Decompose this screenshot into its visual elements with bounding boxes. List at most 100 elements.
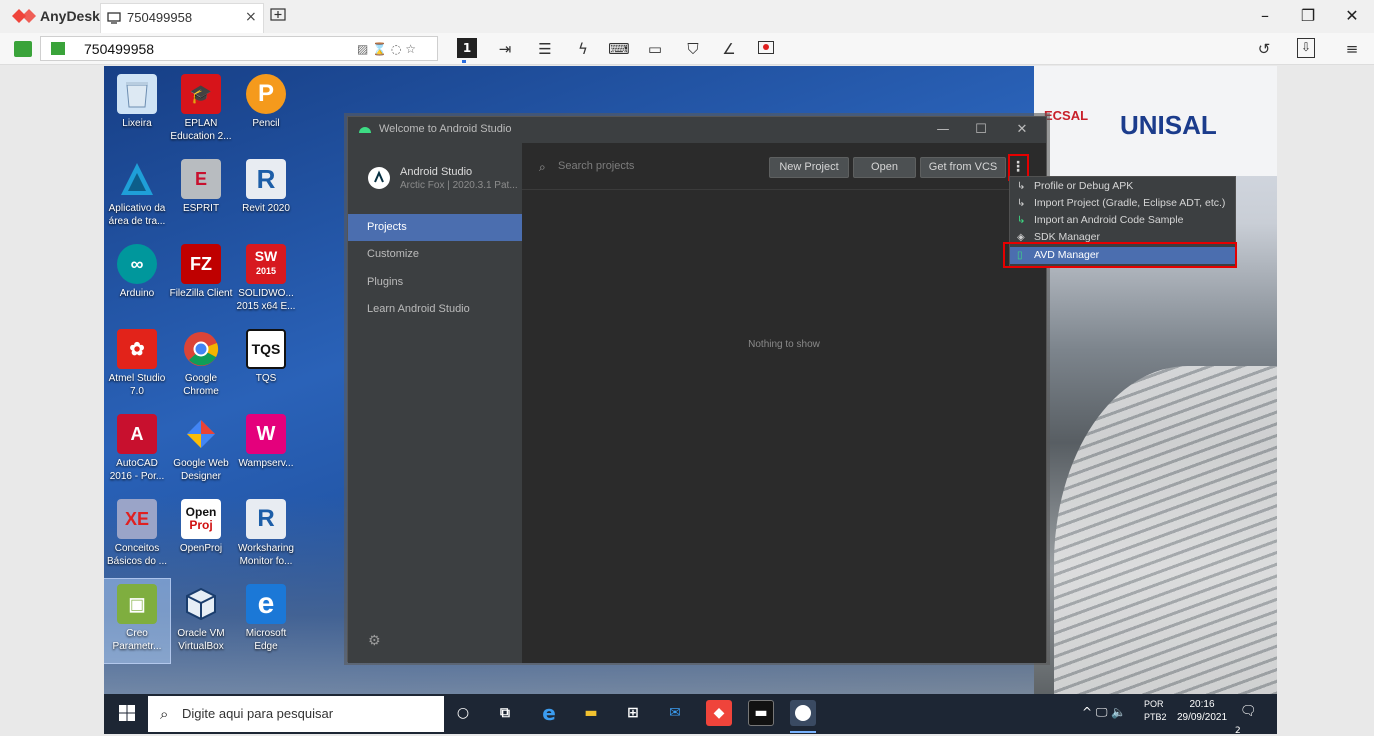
task-view-icon[interactable]: ⧉	[492, 700, 518, 726]
search-icon: ⌕	[539, 160, 546, 174]
window-close-button[interactable]: ✕	[1342, 6, 1362, 26]
as-maximize-button[interactable]: ☐	[971, 120, 991, 140]
chat-icon[interactable]: ☰	[534, 38, 556, 60]
avd-manager-icon: ▯	[1017, 250, 1023, 261]
display-icon[interactable]: ▭	[644, 38, 666, 60]
nav-customize[interactable]: Customize	[348, 241, 522, 268]
desktop-icon-lixeira[interactable]: Lixeira	[104, 69, 170, 153]
remote-desktop[interactable]: ECSAL UNISAL Lixeira Aplicativo da área …	[104, 66, 1277, 734]
taskbar-search-box[interactable]: ⌕ Digite aqui para pesquisar	[148, 696, 444, 732]
nav-plugins[interactable]: Plugins	[348, 269, 522, 296]
search-icon: ⌕	[160, 705, 169, 723]
tqs-icon: TQS	[246, 329, 286, 369]
new-project-button[interactable]: New Project	[769, 157, 849, 178]
sdk-manager-icon: ◈	[1017, 232, 1025, 243]
file-transfer-icon[interactable]: ⇥	[494, 38, 516, 60]
desktop-icon-filezilla[interactable]: FZ FileZilla Client	[168, 239, 234, 323]
tray-icons[interactable]: ^ 🖵 🔈	[1082, 705, 1126, 720]
divider	[522, 189, 1046, 190]
input-language[interactable]: POR PTB2	[1144, 698, 1167, 724]
filezilla-icon: FZ	[181, 244, 221, 284]
cortana-icon[interactable]: ○	[450, 700, 476, 726]
worksharing-icon: R	[246, 499, 286, 539]
menu-item-avd-manager[interactable]: ▯ AVD Manager	[1010, 247, 1235, 264]
desktop-icon-autodesk-app[interactable]: Aplicativo da área de tra...	[104, 154, 170, 238]
get-from-vcs-button[interactable]: Get from VCS	[920, 157, 1006, 178]
menu-item-label: SDK Manager	[1034, 231, 1100, 243]
window-minimize-button[interactable]: –	[1255, 6, 1275, 26]
session-tab[interactable]: 750499958 ×	[100, 3, 264, 33]
as-projects-panel: ⌕ Search projects New Project Open Get f…	[522, 143, 1046, 663]
main-menu-icon[interactable]: ≡	[1341, 38, 1363, 60]
desktop-icon-esprit[interactable]: E ESPRIT	[168, 154, 234, 238]
connection-status-icon	[14, 41, 32, 57]
download-icon[interactable]: ⇩	[1297, 38, 1315, 58]
arduino-icon: ∞	[117, 244, 157, 284]
desktop-icon-solidworks[interactable]: SW 2015 SOLIDWO... 2015 x64 E...	[233, 239, 299, 323]
desktop-icon-chrome[interactable]: Google Chrome	[168, 324, 234, 408]
as-app-name: Android Studio	[400, 166, 473, 178]
desktop-icon-edge[interactable]: e Microsoft Edge	[233, 579, 299, 663]
search-projects-input[interactable]: Search projects	[558, 160, 634, 172]
history-icon[interactable]: ↺	[1253, 38, 1275, 60]
record-icon[interactable]	[755, 38, 777, 60]
anydesk-taskbar-icon[interactable]: ◆	[706, 700, 732, 726]
address-bar[interactable]: 750499958 ▨ ⌛ ◌ ☆	[40, 36, 438, 61]
desktop-icon-eplan[interactable]: 🎓 EPLAN Education 2...	[168, 69, 234, 153]
address-tools-icon[interactable]: ▨ ⌛ ◌ ☆	[357, 42, 416, 56]
android-icon	[359, 127, 371, 133]
desktop-icon-arduino[interactable]: ∞ Arduino	[104, 239, 170, 323]
open-button[interactable]: Open	[853, 157, 916, 178]
desktop-icon-database[interactable]: XE Conceitos Básicos do ...	[104, 494, 170, 578]
desktop-icon-autocad[interactable]: A AutoCAD 2016 - Por...	[104, 409, 170, 493]
address-input[interactable]: 750499958	[84, 41, 154, 57]
keyboard-icon[interactable]: ⌨	[608, 38, 630, 60]
desktop-icon-atmel[interactable]: ✿ Atmel Studio 7.0	[104, 324, 170, 408]
store-icon[interactable]: ⊞	[620, 700, 646, 726]
chrome-icon	[181, 329, 221, 369]
actions-icon[interactable]: ϟ	[572, 38, 594, 60]
terminal-icon[interactable]: ▬	[748, 700, 774, 726]
as-minimize-button[interactable]: —	[933, 120, 953, 140]
nav-projects[interactable]: Projects	[348, 214, 522, 241]
menu-item-import-project[interactable]: ↳ Import Project (Gradle, Eclipse ADT, et…	[1010, 195, 1235, 212]
windows-taskbar: ⌕ Digite aqui para pesquisar ○ ⧉ e ▬ ⊞ ✉…	[104, 694, 1277, 734]
menu-item-sdk-manager[interactable]: ◈ SDK Manager	[1010, 229, 1235, 246]
mail-icon[interactable]: ✉	[662, 700, 688, 726]
desktop-icon-wampserver[interactable]: W Wampserv...	[233, 409, 299, 493]
desktop-icon-creo[interactable]: ▣ Creo Parametr...	[104, 578, 171, 664]
openproj-text-proj: Proj	[189, 518, 213, 532]
desktop-icon-google-web-designer[interactable]: Google Web Designer	[168, 409, 234, 493]
anydesk-title-bar: AnyDesk 750499958 × – ❐ ✕	[0, 0, 1374, 33]
openproj-icon: Open Proj	[181, 499, 221, 539]
verified-icon	[51, 42, 65, 55]
notifications-icon[interactable]: 🗨2	[1235, 704, 1260, 734]
notification-count: 2	[1235, 726, 1241, 734]
menu-item-import-sample[interactable]: ↳ Import an Android Code Sample	[1010, 212, 1235, 229]
desktop-icon-virtualbox[interactable]: Oracle VM VirtualBox	[168, 579, 234, 663]
edge-taskbar-icon[interactable]: e	[536, 700, 562, 726]
nav-learn[interactable]: Learn Android Studio	[348, 296, 522, 323]
as-close-button[interactable]: ✕	[1012, 120, 1032, 140]
whiteboard-icon[interactable]: ∠	[718, 38, 740, 60]
active-indicator	[462, 60, 466, 63]
settings-gear-icon[interactable]: ⚙	[368, 633, 381, 649]
desktop-icon-worksharing[interactable]: R Worksharing Monitor fo...	[233, 494, 299, 578]
permissions-icon[interactable]: ⛉	[682, 38, 704, 60]
desktop-icon-pencil[interactable]: P Pencil	[233, 69, 299, 153]
desktop-icon-tqs[interactable]: TQS TQS	[233, 324, 299, 408]
session-number-button[interactable]: 1	[457, 38, 477, 58]
pencil-icon: P	[246, 74, 286, 114]
menu-item-profile-apk[interactable]: ↳ Profile or Debug APK	[1010, 178, 1235, 195]
android-studio-taskbar-icon[interactable]	[790, 700, 816, 726]
windows-start-icon[interactable]	[118, 704, 136, 722]
desktop-icon-revit[interactable]: R Revit 2020	[233, 154, 299, 238]
desktop-icon-openproj[interactable]: Open Proj OpenProj	[168, 494, 234, 578]
more-actions-button[interactable]: ⋮	[1010, 157, 1026, 178]
clock[interactable]: 20:16 29/09/2021	[1172, 698, 1232, 724]
window-maximize-button[interactable]: ❐	[1298, 6, 1318, 26]
tab-close-icon[interactable]: ×	[245, 9, 257, 25]
new-tab-icon[interactable]	[270, 8, 286, 23]
file-explorer-icon[interactable]: ▬	[578, 700, 604, 726]
taskbar-search-input[interactable]: Digite aqui para pesquisar	[182, 706, 333, 721]
